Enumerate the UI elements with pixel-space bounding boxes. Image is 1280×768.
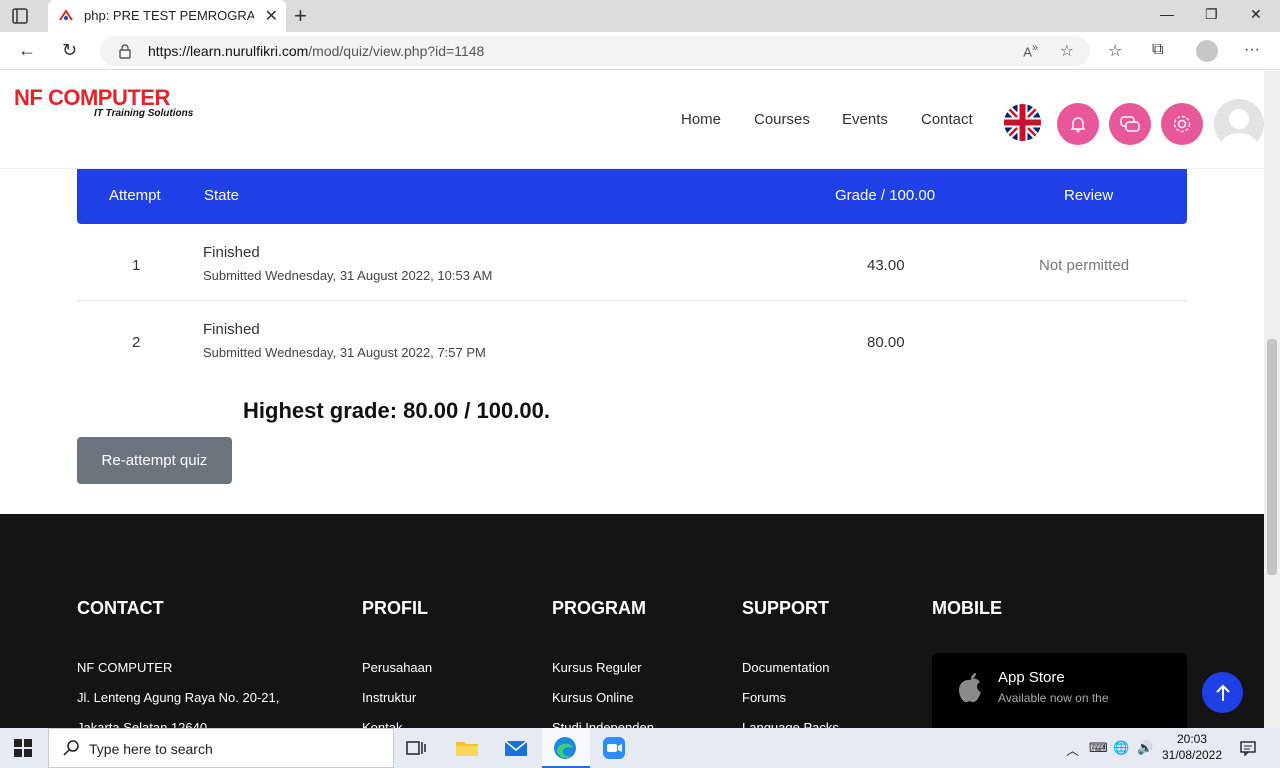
nav-contact[interactable]: Contact: [921, 111, 973, 128]
footer-link[interactable]: Language Packs: [742, 720, 839, 728]
uk-flag-icon[interactable]: [1004, 104, 1041, 141]
read-aloud-icon[interactable]: A»: [1023, 42, 1038, 59]
profile-avatar[interactable]: [1196, 40, 1218, 62]
col-attempt: Attempt: [109, 187, 161, 204]
scroll-to-top-button[interactable]: [1202, 672, 1243, 713]
address-bar[interactable]: https://learn.nurulfikri.com/mod/quiz/vi…: [100, 36, 1090, 66]
file-explorer-icon[interactable]: [453, 734, 481, 762]
tab-title: php: PRE TEST PEMROGRAMAN: [84, 8, 254, 23]
taskbar-search[interactable]: Type here to search: [48, 728, 394, 768]
more-options-icon[interactable]: ···: [1244, 41, 1260, 59]
footer-link[interactable]: Kursus Reguler: [552, 660, 642, 675]
nav-courses[interactable]: Courses: [754, 111, 810, 128]
site-logo-tagline: IT Training Solutions: [94, 108, 194, 119]
footer-link[interactable]: Kursus Online: [552, 690, 634, 705]
edge-browser-icon[interactable]: [551, 734, 579, 762]
footer-support-title: SUPPORT: [742, 598, 830, 618]
maximize-icon[interactable]: ❐: [1205, 6, 1218, 23]
col-review: Review: [1064, 187, 1114, 204]
taskbar-clock[interactable]: 20:03 31/08/2022: [1160, 731, 1224, 763]
windows-start-icon[interactable]: [14, 739, 32, 762]
col-grade: Grade / 100.00: [835, 187, 936, 204]
browser-tab-strip: php: PRE TEST PEMROGRAMAN ✕ + — ❐ ✕: [0, 0, 1280, 32]
attempt-review: Not permitted: [1039, 257, 1130, 274]
page-scrollbar[interactable]: [1264, 71, 1280, 728]
clock-date: 31/08/2022: [1161, 748, 1223, 762]
footer-link[interactable]: Instruktur: [362, 690, 416, 705]
site-header: NF COMPUTER IT Training Solutions Home C…: [0, 71, 1264, 169]
attempt-number: 2: [132, 334, 141, 351]
attempt-number: 1: [132, 257, 141, 274]
mail-icon[interactable]: [502, 734, 530, 762]
footer-profil-title: PROFIL: [362, 598, 428, 618]
attempt-grade: 80.00: [867, 334, 905, 351]
search-placeholder: Type here to search: [89, 741, 213, 757]
notification-bell-icon[interactable]: [1057, 103, 1099, 145]
attempts-table-header: Attempt State Grade / 100.00 Review: [77, 169, 1187, 224]
new-tab-icon[interactable]: +: [294, 3, 307, 29]
scrollbar-thumb[interactable]: [1267, 339, 1277, 575]
minimize-icon[interactable]: —: [1160, 6, 1174, 22]
task-view-icon[interactable]: [404, 734, 432, 762]
attempt-state: Finished: [203, 244, 260, 261]
table-row: 2 Finished Submitted Wednesday, 31 Augus…: [77, 301, 1187, 378]
footer-link[interactable]: Perusahaan: [362, 660, 432, 675]
attempt-grade: 43.00: [867, 257, 905, 274]
app-store-sub: Available now on the: [998, 691, 1109, 705]
volume-icon[interactable]: 🔊: [1137, 740, 1153, 756]
window-close-icon[interactable]: ✕: [1250, 6, 1262, 23]
browser-tab-active[interactable]: php: PRE TEST PEMROGRAMAN ✕: [48, 0, 286, 32]
messages-icon[interactable]: [1109, 103, 1151, 145]
zoom-app-icon[interactable]: [600, 734, 628, 762]
back-icon[interactable]: ←: [18, 40, 36, 61]
arrow-up-icon: [1215, 684, 1230, 701]
clock-time: 20:03: [1176, 732, 1208, 746]
settings-gear-icon[interactable]: [1161, 103, 1203, 145]
add-favorite-icon[interactable]: ☆: [1060, 41, 1074, 61]
language-ime-icon[interactable]: ⌨: [1089, 740, 1108, 756]
moodle-favicon-icon: [58, 8, 74, 24]
site-footer: CONTACT NF COMPUTER Jl. Lenteng Agung Ra…: [0, 514, 1264, 728]
tab-close-icon[interactable]: ✕: [265, 6, 278, 26]
footer-link[interactable]: Kontak: [362, 720, 402, 728]
web-page: NF COMPUTER IT Training Solutions Home C…: [0, 71, 1264, 728]
app-store-name: App Store: [998, 669, 1065, 686]
attempt-submitted: Submitted Wednesday, 31 August 2022, 10:…: [203, 268, 493, 283]
tab-actions-icon[interactable]: [10, 6, 34, 26]
windows-taskbar: Type here to search ︿ ⌨ 🌐 🔊 20:03 31/08/…: [0, 728, 1280, 768]
attempt-submitted: Submitted Wednesday, 31 August 2022, 7:5…: [203, 345, 486, 360]
col-state: State: [204, 187, 240, 204]
footer-link[interactable]: Studi Independen: [552, 720, 654, 728]
nav-home[interactable]: Home: [681, 111, 721, 128]
url-text: https://learn.nurulfikri.com/mod/quiz/vi…: [148, 43, 485, 59]
footer-link[interactable]: Documentation: [742, 660, 829, 675]
network-globe-icon[interactable]: 🌐: [1113, 740, 1129, 756]
footer-contact-title: CONTACT: [77, 598, 164, 618]
collections-icon[interactable]: ⧉: [1152, 41, 1163, 59]
action-center-icon[interactable]: [1240, 740, 1256, 759]
apple-icon: [954, 671, 986, 712]
footer-mobile-title: MOBILE: [932, 598, 1002, 618]
footer-contact-line: Jakarta Selatan 12640: [77, 720, 208, 728]
search-icon: [63, 739, 81, 762]
lock-icon: [118, 43, 132, 64]
highest-grade: Highest grade: 80.00 / 100.00.: [243, 398, 550, 423]
nav-events[interactable]: Events: [842, 111, 888, 128]
app-store-badge[interactable]: App Store Available now on the: [932, 653, 1187, 728]
refresh-icon[interactable]: ↻: [62, 40, 77, 61]
tray-chevron-up-icon[interactable]: ︿: [1066, 740, 1079, 759]
browser-toolbar: ← ↻ https://learn.nurulfikri.com/mod/qui…: [0, 32, 1280, 70]
table-row: 1 Finished Submitted Wednesday, 31 Augus…: [77, 224, 1187, 301]
attempt-state: Finished: [203, 321, 260, 338]
footer-program-title: PROGRAM: [552, 598, 646, 618]
footer-link[interactable]: Forums: [742, 690, 786, 705]
footer-contact-line: Jl. Lenteng Agung Raya No. 20-21,: [77, 690, 280, 705]
favorites-icon[interactable]: ☆: [1108, 41, 1122, 61]
user-avatar[interactable]: [1214, 99, 1264, 149]
footer-contact-line: NF COMPUTER: [77, 660, 173, 675]
reattempt-quiz-button[interactable]: Re-attempt quiz: [77, 437, 232, 484]
